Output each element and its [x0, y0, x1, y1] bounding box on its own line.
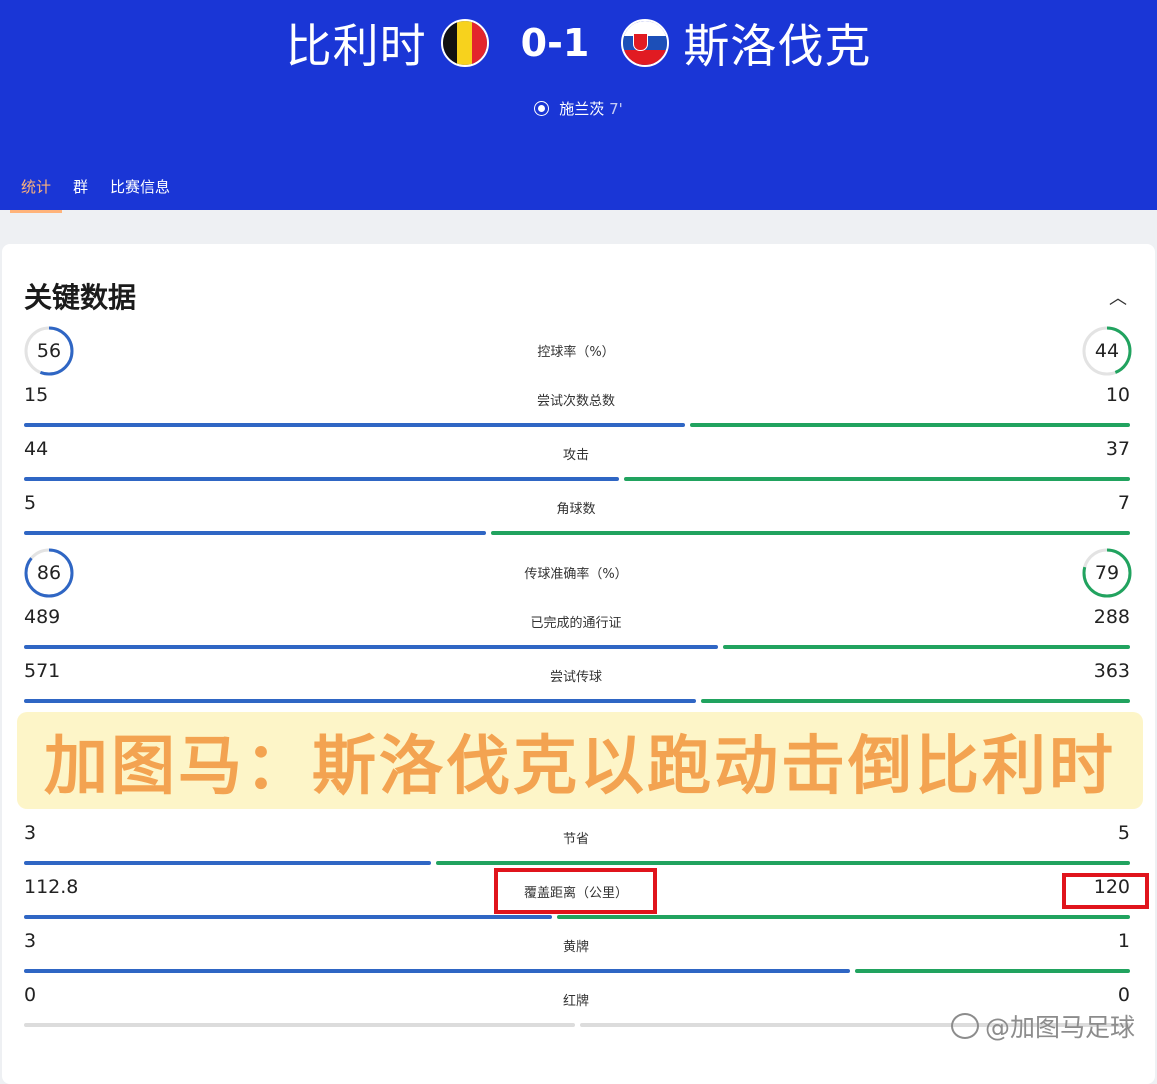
away-stat-bar [624, 477, 1130, 481]
away-stat-value: 363 [1093, 660, 1130, 682]
home-stat-value: 112.8 [24, 876, 79, 898]
scorer-name[interactable]: 施兰茨 [559, 100, 604, 118]
highlight-box-distance-label [494, 868, 657, 914]
home-stat-value: 56 [36, 340, 62, 362]
football-icon [534, 101, 550, 116]
stat-label: 尝试传球 [549, 670, 602, 685]
away-stat-bar [723, 645, 1130, 649]
home-stat-bar [24, 645, 718, 649]
away-stat-bar [855, 969, 1130, 973]
stat-label: 节省 [562, 832, 589, 847]
weibo-icon [950, 1013, 979, 1039]
home-stat-bar [24, 699, 696, 703]
away-stat-value: 1 [1117, 930, 1130, 952]
stat-label: 已完成的通行证 [530, 616, 622, 631]
home-stat-bar [24, 861, 431, 865]
away-team-name[interactable]: 斯洛伐克 [683, 10, 871, 76]
home-stat-value: 0 [24, 984, 37, 1006]
section-title: 关键数据 [24, 281, 137, 314]
away-stat-value: 37 [1105, 438, 1130, 460]
home-stat-value: 3 [24, 822, 37, 844]
headline-text: 加图马：斯洛伐克以跑动击倒比利时 [44, 729, 1116, 804]
home-stat-bar [24, 915, 552, 919]
home-stat-value: 44 [24, 438, 49, 460]
score-row: 比利时 0-1 斯洛伐克 [0, 8, 1157, 78]
watermark-text: @加图马足球 [984, 1013, 1135, 1042]
stat-label: 传球准确率（%） [524, 567, 628, 582]
stat-label: 攻击 [562, 448, 589, 463]
stat-label: 黄牌 [562, 940, 589, 955]
home-stat-bar [24, 1023, 575, 1027]
stat-label: 尝试次数总数 [536, 394, 615, 409]
collapse-chevron-icon[interactable]: ︿ [1109, 284, 1127, 310]
home-team-name[interactable]: 比利时 [286, 10, 427, 76]
highlight-box-distance-value [1062, 873, 1149, 909]
home-stat-value: 5 [24, 492, 37, 514]
goal-minute: 7' [609, 100, 623, 118]
tab-group[interactable]: 群 [62, 168, 99, 210]
away-stat-bar [491, 531, 1130, 535]
away-stat-value: 0 [1117, 984, 1130, 1006]
stat-label: 控球率（%） [537, 345, 615, 360]
away-stat-ring: 44 [1082, 326, 1132, 376]
match-score: 0-1 [520, 21, 590, 65]
match-header: 比利时 0-1 斯洛伐克 施兰茨 7' 统计 群 比赛信息 [0, 0, 1157, 213]
away-stat-value: 10 [1105, 384, 1130, 406]
watermark: @加图马足球 [950, 1008, 1135, 1044]
home-stat-value: 86 [36, 562, 62, 584]
tab-bar: 统计 群 比赛信息 [10, 168, 181, 213]
home-stat-value: 571 [24, 660, 61, 682]
away-stat-ring: 79 [1082, 548, 1132, 598]
home-stat-bar [24, 531, 486, 535]
home-stat-value: 15 [24, 384, 49, 406]
away-stat-value: 7 [1117, 492, 1130, 514]
away-stat-value: 288 [1093, 606, 1130, 628]
headline-banner: 加图马：斯洛伐克以跑动击倒比利时 [17, 712, 1143, 809]
belgium-flag-icon [440, 19, 489, 67]
slovakia-flag-icon [621, 19, 670, 67]
stat-label: 角球数 [556, 502, 596, 517]
away-stat-value: 44 [1094, 340, 1120, 362]
away-stat-value: 79 [1094, 562, 1120, 584]
away-stat-value: 5 [1117, 822, 1130, 844]
home-stat-ring: 86 [24, 548, 74, 598]
key-stats-card: 关键数据 ︿ 控球率（%） 56 44 尝试次数总数 15 10 攻击 44 37 角球数 5 7 传球… [2, 244, 1155, 1084]
away-stat-bar [690, 423, 1130, 427]
tab-stats[interactable]: 统计 [10, 168, 63, 213]
goal-event: 施兰茨 7' [0, 98, 1157, 119]
home-stat-bar [24, 423, 685, 427]
home-stat-value: 489 [24, 606, 61, 628]
away-stat-bar [436, 861, 1130, 865]
tab-match-info[interactable]: 比赛信息 [99, 168, 181, 210]
home-stat-ring: 56 [24, 326, 74, 376]
away-stat-bar [557, 915, 1130, 919]
home-stat-value: 3 [24, 930, 37, 952]
home-stat-bar [24, 969, 850, 973]
away-stat-bar [701, 699, 1130, 703]
home-stat-bar [24, 477, 619, 481]
stat-label: 红牌 [562, 994, 589, 1009]
